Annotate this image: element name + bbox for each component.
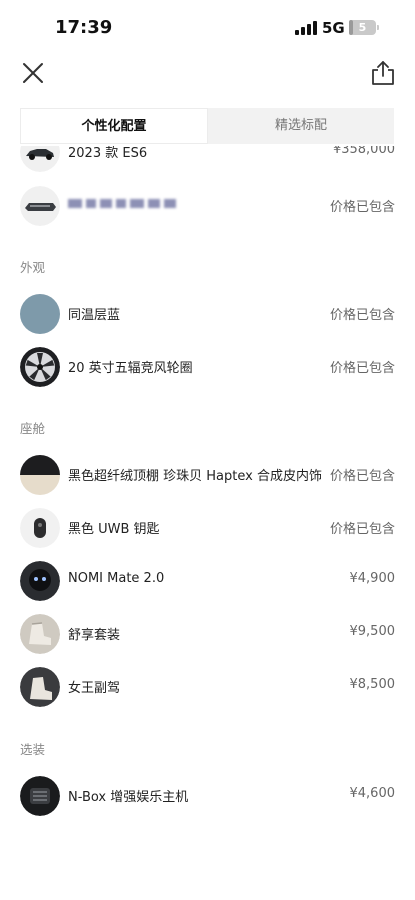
- section-title-options: 选装: [20, 742, 46, 757]
- list-item-wheels[interactable]: 20 英寸五辐竞风轮圈 价格已包含: [0, 343, 415, 391]
- share-icon: [372, 61, 394, 85]
- network-type: 5G: [322, 19, 345, 37]
- item-name-obscured: [68, 196, 178, 214]
- item-name: NOMI Mate 2.0: [68, 571, 165, 586]
- item-name: 女王副驾: [68, 681, 121, 696]
- queen-seat-thumbnail: [20, 667, 60, 707]
- item-name: N-Box 增强娱乐主机: [68, 790, 189, 805]
- list-item-battery[interactable]: 价格已包含: [0, 182, 415, 230]
- list-item-nomi[interactable]: NOMI Mate 2.0 ¥4,900: [0, 557, 415, 605]
- item-name: 2023 款 ES6: [68, 146, 148, 161]
- battery-percentage: 5: [358, 21, 367, 34]
- signal-strength-icon: [295, 21, 317, 35]
- config-list[interactable]: 2023 款 ES6 ¥358,000 价格已包含 外观 同温层蓝 价格已包含 …: [0, 146, 415, 900]
- battery-cap: [377, 25, 379, 30]
- list-item-key[interactable]: 黑色 UWB 钥匙 价格已包含: [0, 504, 415, 552]
- paint-color-swatch: [20, 294, 60, 334]
- tab-standard-features[interactable]: 精选标配: [208, 108, 394, 144]
- tab-personalized-config[interactable]: 个性化配置: [20, 108, 208, 144]
- list-item-paint[interactable]: 同温层蓝 价格已包含: [0, 290, 415, 338]
- list-item-interior[interactable]: 黑色超纤绒顶棚 珍珠贝 Haptex 合成皮内饰 价格已包含: [0, 451, 415, 499]
- item-price: ¥8,500: [349, 677, 396, 692]
- close-icon: [23, 63, 43, 83]
- status-time: 17:39: [55, 17, 113, 38]
- item-price: ¥358,000: [332, 146, 395, 157]
- battery-pack-thumbnail: [20, 186, 60, 226]
- battery-icon: 5: [349, 20, 376, 35]
- nbox-thumbnail: [20, 776, 60, 816]
- share-button[interactable]: [368, 58, 398, 88]
- list-item-nbox[interactable]: N-Box 增强娱乐主机 ¥4,600: [0, 772, 415, 820]
- item-price: ¥9,500: [349, 624, 396, 639]
- list-item-queen-seat[interactable]: 女王副驾 ¥8,500: [0, 663, 415, 711]
- item-price: 价格已包含: [329, 522, 395, 537]
- item-price: ¥4,900: [349, 571, 396, 586]
- item-price: 价格已包含: [329, 200, 395, 215]
- wheel-rim-thumbnail: [20, 347, 60, 387]
- item-name: 黑色 UWB 钥匙: [68, 522, 160, 537]
- seat-package-thumbnail: [20, 614, 60, 654]
- item-price: ¥4,600: [349, 786, 396, 801]
- status-bar: 17:39 5G 5: [0, 0, 415, 52]
- section-title-cabin: 座舱: [20, 421, 46, 436]
- item-price: 价格已包含: [329, 308, 395, 323]
- item-name: 20 英寸五辐竞风轮圈: [68, 361, 193, 376]
- nomi-thumbnail: [20, 561, 60, 601]
- config-tabs: 个性化配置 精选标配: [20, 108, 394, 144]
- key-fob-thumbnail: [20, 508, 60, 548]
- interior-trim-thumbnail: [20, 455, 60, 495]
- item-price: 价格已包含: [329, 469, 395, 484]
- item-price: 价格已包含: [329, 361, 395, 376]
- list-item-comfort-package[interactable]: 舒享套装 ¥9,500: [0, 610, 415, 658]
- car-thumbnail: [20, 146, 60, 172]
- item-name: 同温层蓝: [68, 308, 121, 323]
- list-item-model[interactable]: 2023 款 ES6 ¥358,000: [0, 146, 415, 176]
- item-name: 舒享套装: [68, 628, 121, 643]
- close-button[interactable]: [18, 58, 48, 88]
- section-title-exterior: 外观: [20, 260, 46, 275]
- item-name: 黑色超纤绒顶棚 珍珠贝 Haptex 合成皮内饰: [68, 469, 322, 484]
